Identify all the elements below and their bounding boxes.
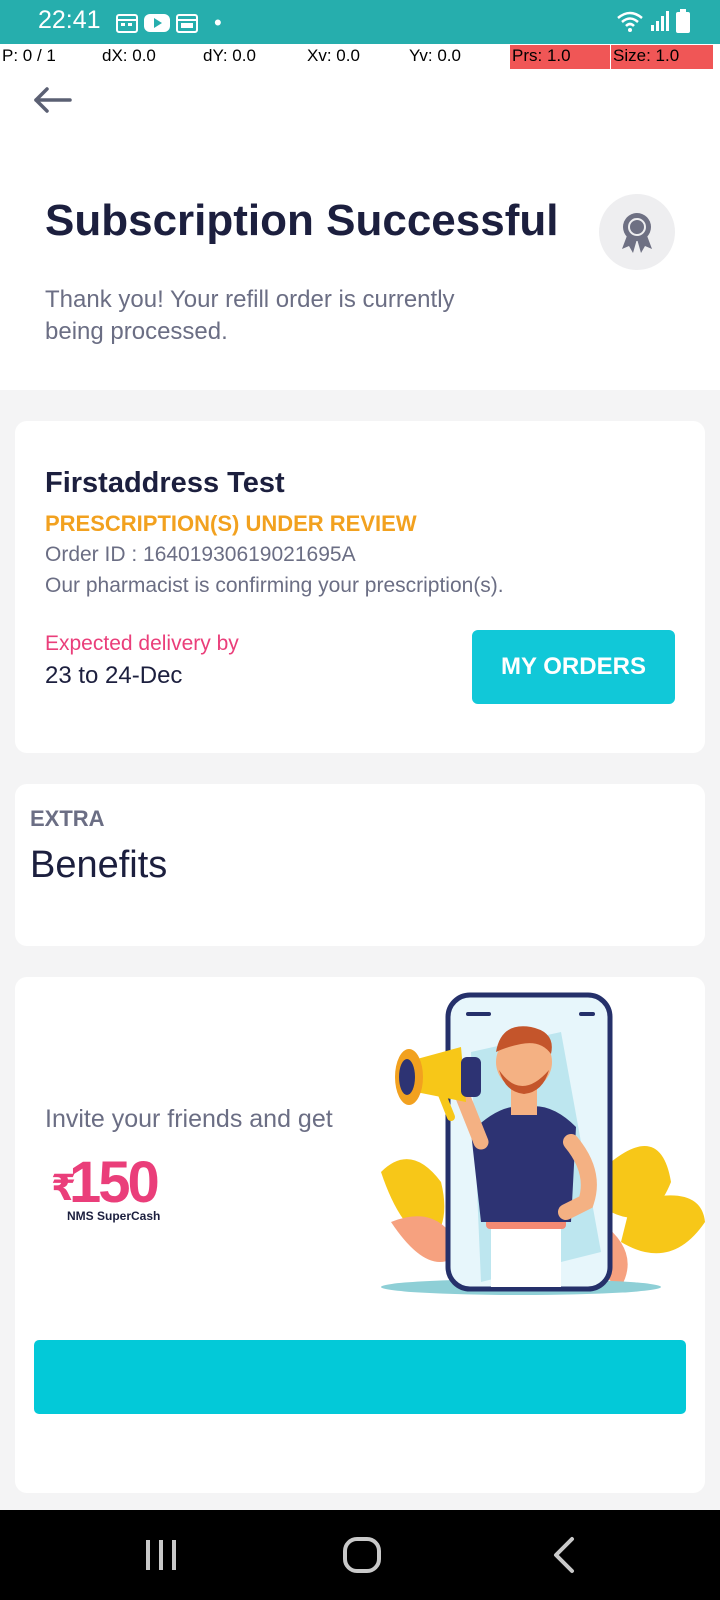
customer-name: Firstaddress Test xyxy=(45,467,285,499)
megaphone-man-illustration xyxy=(381,992,705,1295)
amount-value: 150 xyxy=(69,1150,160,1215)
benefits-title: Benefits xyxy=(30,844,168,886)
success-header: Subscription Successful Thank you! Your … xyxy=(0,70,720,390)
home-button[interactable] xyxy=(337,1532,387,1578)
page-title: Subscription Successful xyxy=(45,196,559,245)
success-message: Thank you! Your refill order is currentl… xyxy=(45,286,455,345)
battery-icon xyxy=(676,9,690,33)
system-nav-bar xyxy=(0,1510,720,1600)
recent-apps-button[interactable] xyxy=(136,1532,186,1578)
delivery-date: 23 to 24-Dec xyxy=(45,662,183,689)
delivery-label: Expected delivery by xyxy=(45,632,239,655)
status-time: 22:41 xyxy=(38,6,101,34)
chevron-left-icon xyxy=(554,1537,574,1573)
system-icons xyxy=(616,9,690,33)
debug-pointer: P: 0 / 1 xyxy=(2,46,56,65)
notification-dot-icon: • xyxy=(214,10,222,35)
arrow-left-icon xyxy=(34,87,72,113)
debug-size: Size: 1.0 xyxy=(611,45,713,69)
debug-pressure: Prs: 1.0 xyxy=(510,45,610,69)
wifi-icon xyxy=(617,11,643,32)
award-badge xyxy=(599,194,675,270)
debug-dx: dX: 0.0 xyxy=(102,46,156,65)
calendar-icon xyxy=(176,14,198,33)
supercash-label: NMS SuperCash xyxy=(67,1209,161,1223)
back-button[interactable] xyxy=(30,82,76,118)
order-id: Order ID : 16401930619021695A xyxy=(45,543,356,566)
calendar-icon xyxy=(116,14,138,33)
debug-xv: Xv: 0.0 xyxy=(307,46,360,65)
order-status: PRESCRIPTION(S) UNDER REVIEW xyxy=(45,511,417,536)
debug-yv: Yv: 0.0 xyxy=(409,46,461,65)
benefits-card: EXTRA Benefits xyxy=(15,784,705,946)
debug-dy: dY: 0.0 xyxy=(203,46,256,65)
system-back-button[interactable] xyxy=(540,1532,590,1578)
invite-button[interactable] xyxy=(34,1340,686,1414)
my-orders-button[interactable]: MY ORDERS xyxy=(472,630,675,704)
status-bar: 22:41 • xyxy=(0,0,720,44)
invite-card: Invite your friends and get ₹ 150 NMS Su… xyxy=(15,977,705,1493)
invite-text: Invite your friends and get xyxy=(45,1105,333,1133)
signal-icon xyxy=(651,11,669,31)
award-ribbon-icon xyxy=(622,213,652,253)
order-card: Firstaddress Test PRESCRIPTION(S) UNDER … xyxy=(15,421,705,753)
pointer-debug-bar: P: 0 / 1 dX: 0.0 dY: 0.0 Xv: 0.0 Yv: 0.0… xyxy=(0,44,720,70)
home-icon xyxy=(343,1537,381,1573)
notification-icons: • xyxy=(116,10,222,36)
youtube-icon xyxy=(144,14,170,32)
order-note: Our pharmacist is confirming your prescr… xyxy=(45,574,504,597)
benefits-eyebrow: EXTRA xyxy=(30,806,105,831)
recent-apps-icon xyxy=(146,1540,176,1570)
